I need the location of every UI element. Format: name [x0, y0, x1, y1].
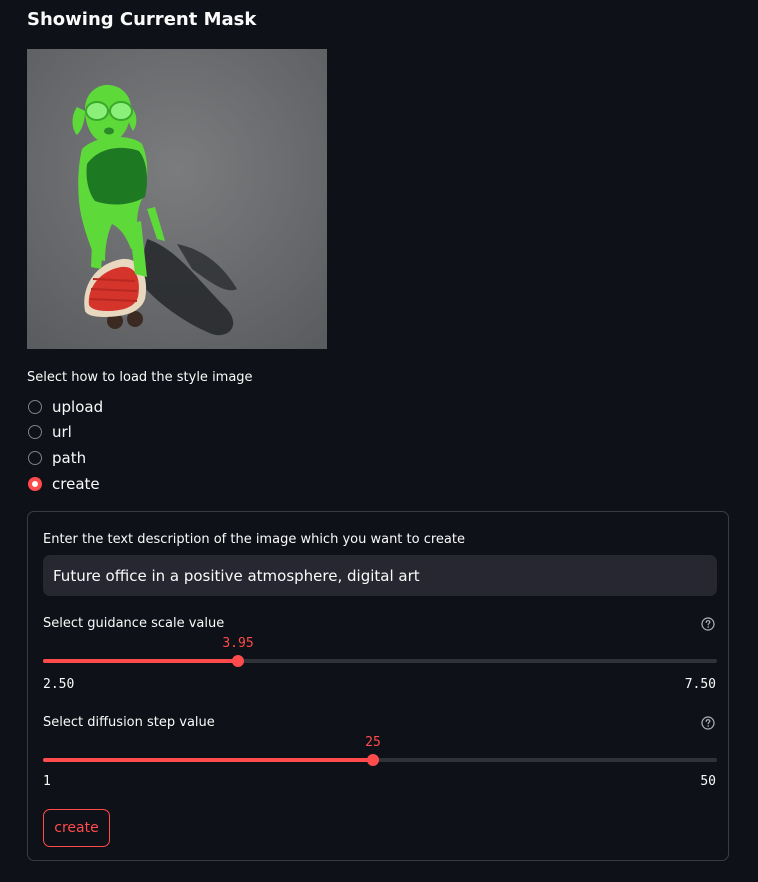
diffusion-max: 50	[700, 774, 716, 789]
style-source-label: Select how to load the style image	[27, 370, 253, 385]
guidance-value: 3.95	[222, 636, 254, 651]
radio-circle[interactable]	[28, 451, 42, 465]
guidance-min: 2.50	[43, 677, 75, 692]
radio-circle[interactable]	[28, 400, 42, 414]
radio-option-upload[interactable]: upload	[28, 396, 103, 418]
radio-option-url[interactable]: url	[28, 421, 72, 443]
diffusion-slider-track[interactable]	[43, 754, 717, 766]
radio-option-create[interactable]: create	[28, 473, 100, 495]
diffusion-slider-thumb[interactable]	[367, 754, 379, 766]
mask-image	[27, 49, 327, 349]
radio-option-label: create	[52, 475, 100, 493]
diffusion-slider-fill	[43, 758, 373, 762]
guidance-slider-fill	[43, 659, 238, 663]
guidance-slider-thumb[interactable]	[232, 655, 244, 667]
description-label: Enter the text description of the image …	[43, 532, 465, 547]
diffusion-value: 25	[365, 735, 381, 750]
description-input[interactable]	[43, 555, 717, 596]
create-panel: Enter the text description of the image …	[27, 511, 729, 861]
radio-option-path[interactable]: path	[28, 447, 86, 469]
help-icon[interactable]	[701, 617, 715, 631]
guidance-slider-track[interactable]	[43, 655, 717, 667]
radio-circle-checked[interactable]	[28, 477, 42, 491]
radio-circle[interactable]	[28, 425, 42, 439]
guidance-max: 7.50	[684, 677, 716, 692]
create-button[interactable]: create	[43, 809, 110, 847]
help-icon[interactable]	[701, 716, 715, 730]
dog-on-skateboard-image	[27, 49, 327, 349]
radio-option-label: url	[52, 423, 72, 441]
diffusion-label: Select diffusion step value	[43, 715, 215, 730]
guidance-label: Select guidance scale value	[43, 616, 225, 631]
diffusion-min: 1	[43, 774, 51, 789]
radio-option-label: upload	[52, 398, 104, 416]
page-title: Showing Current Mask	[27, 9, 257, 30]
radio-option-label: path	[52, 449, 87, 467]
